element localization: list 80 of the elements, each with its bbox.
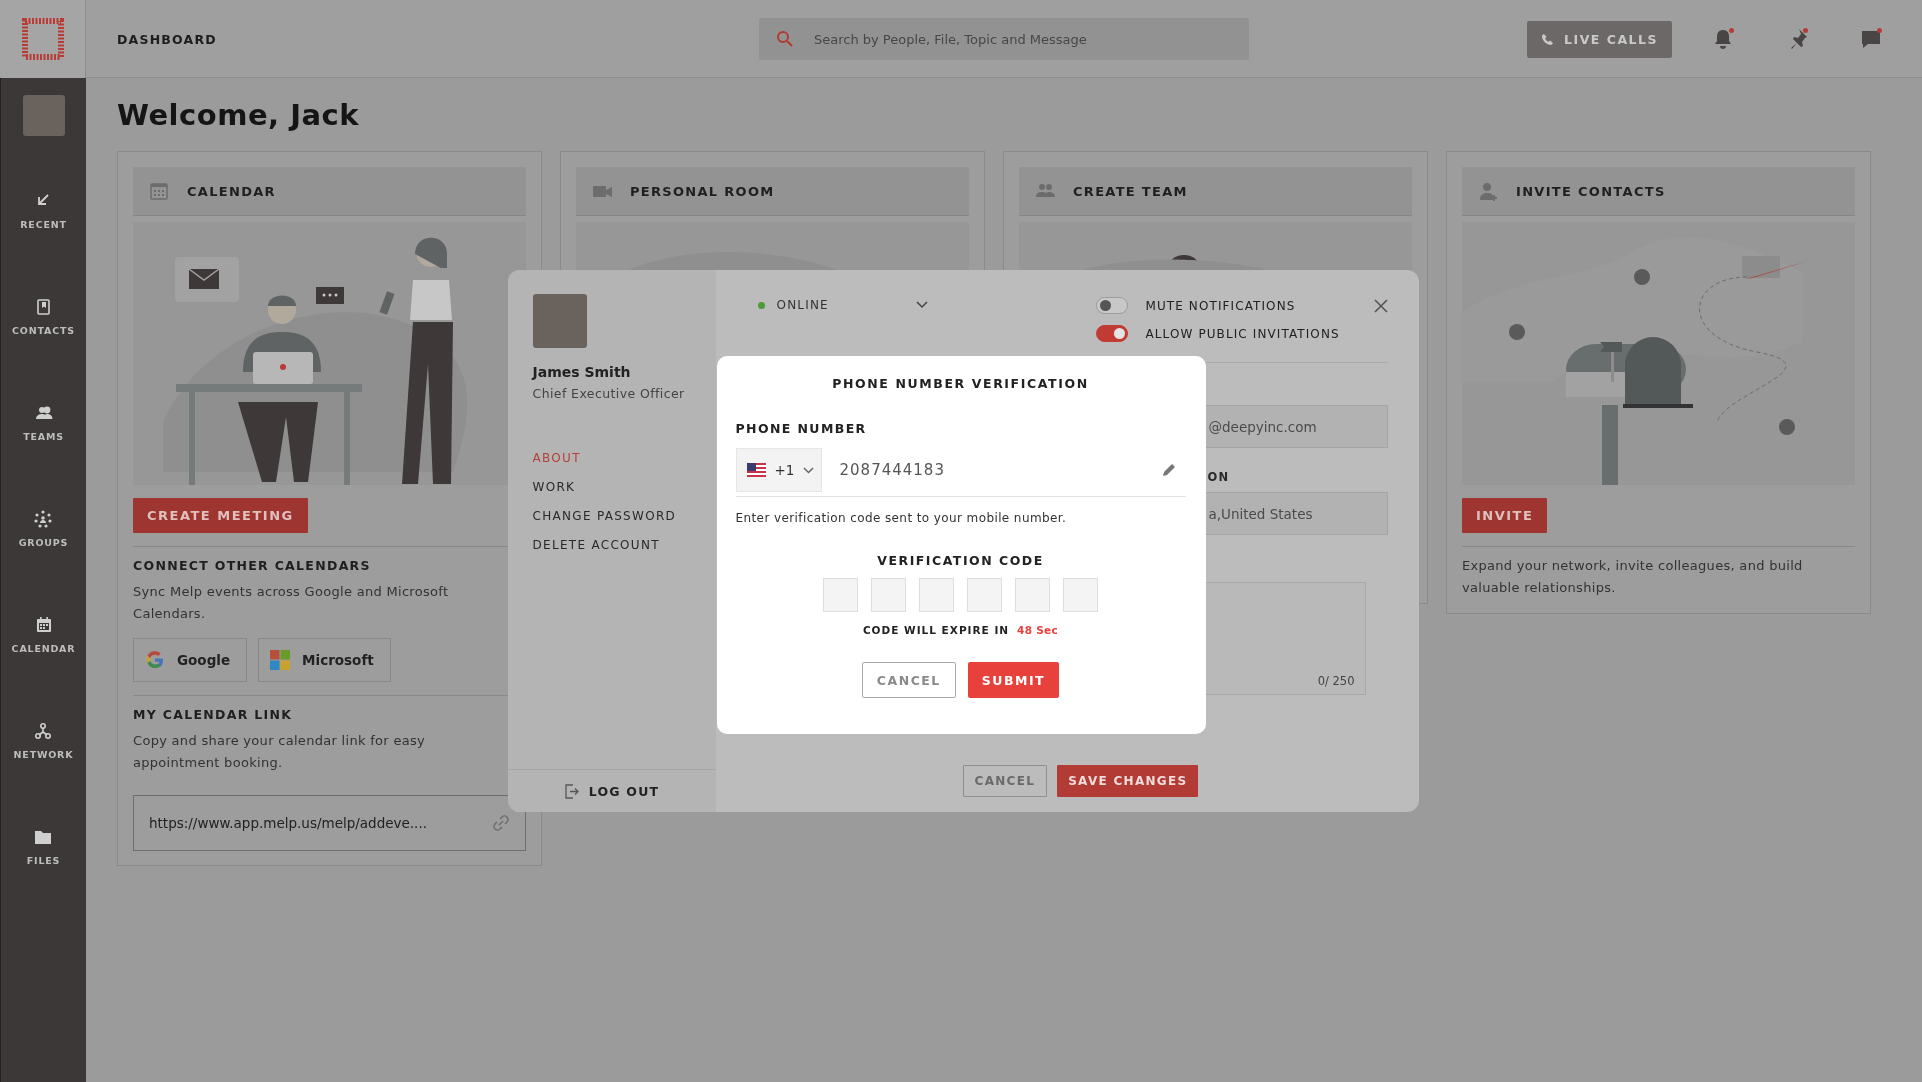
toggle-label: ALLOW PUBLIC INVITATIONS bbox=[1145, 326, 1340, 341]
card-header: CALENDAR bbox=[133, 167, 526, 216]
toggle-label: MUTE NOTIFICATIONS bbox=[1145, 298, 1296, 313]
sidebar-item[interactable]: GROUPS bbox=[18, 510, 69, 616]
toggle-switch[interactable] bbox=[1095, 297, 1128, 314]
character-counter: 0/ 250 bbox=[1317, 674, 1355, 688]
chat-icon[interactable] bbox=[1860, 28, 1882, 50]
live-calls-button[interactable]: LIVE CALLS bbox=[1527, 20, 1672, 58]
google-button[interactable]: Google bbox=[133, 638, 248, 682]
hint-text: Enter verification code sent to your mobile number. bbox=[735, 511, 1068, 525]
code-digit-field[interactable] bbox=[1063, 578, 1098, 612]
pencil-icon[interactable] bbox=[1161, 463, 1176, 477]
chevron-down-icon bbox=[915, 301, 928, 309]
flag-icon bbox=[746, 463, 766, 477]
sidebar-item[interactable]: RECENT bbox=[20, 192, 67, 298]
link-icon[interactable] bbox=[492, 814, 510, 832]
teams-icon bbox=[34, 404, 53, 422]
field-label: PHONE NUMBER bbox=[735, 421, 868, 436]
contacts-icon bbox=[34, 298, 53, 316]
bell-icon[interactable] bbox=[1712, 28, 1734, 50]
avatar-photo bbox=[532, 294, 587, 348]
search-field[interactable]: Search by People, File, Topic and Message bbox=[759, 18, 1249, 60]
section-description: Sync Melp events across Google and Microsoft Calendars. bbox=[133, 583, 450, 623]
welcome-heading: Welcome, Jack bbox=[117, 96, 360, 134]
code-digit-field[interactable] bbox=[823, 578, 858, 612]
user-name: James Smith bbox=[532, 364, 632, 380]
calendar-link-field[interactable]: https://www.app.melp.us/melp/addeve.... bbox=[133, 795, 526, 851]
code-digit-field[interactable] bbox=[967, 578, 1002, 612]
microsoft-icon bbox=[270, 650, 291, 670]
log-out-button[interactable]: LOG OUT bbox=[507, 769, 716, 812]
card-description: Expand your network, invite colleagues, and build valuable relationships. bbox=[1462, 557, 1804, 597]
groups-icon bbox=[34, 510, 53, 528]
invite-button[interactable]: INVITE bbox=[1462, 498, 1548, 533]
calendar-icon bbox=[150, 181, 169, 201]
code-digit-field[interactable] bbox=[1015, 578, 1050, 612]
sidebar-item[interactable]: CONTACTS bbox=[12, 298, 75, 404]
toggle-switch[interactable] bbox=[1095, 325, 1128, 342]
user-role: Chief Executive Officer bbox=[532, 386, 686, 401]
close-icon[interactable] bbox=[1373, 299, 1388, 313]
expiry-countdown: 48 Sec bbox=[1017, 624, 1059, 636]
profile-menu-item[interactable]: WORK bbox=[532, 480, 576, 494]
section-heading: MY CALENDAR LINK bbox=[133, 707, 294, 722]
search-icon bbox=[776, 30, 794, 48]
sidebar-item[interactable]: FILES bbox=[26, 828, 61, 934]
phone-icon bbox=[1541, 32, 1555, 46]
profile-menu-item[interactable]: CHANGE PASSWORD bbox=[532, 509, 677, 523]
card-header: INVITE CONTACTS bbox=[1462, 167, 1855, 216]
network-icon bbox=[34, 722, 53, 740]
phone-number-field[interactable]: 2087444183 bbox=[839, 461, 1162, 479]
save-changes-button[interactable]: SAVE CHANGES bbox=[1057, 765, 1199, 797]
search-input[interactable]: Search by People, File, Topic and Message bbox=[812, 30, 1249, 48]
sidebar-item[interactable]: CALENDAR bbox=[11, 616, 76, 722]
submit-button[interactable]: SUBMIT bbox=[967, 662, 1060, 698]
field-label: VERIFICATION CODE bbox=[876, 553, 1045, 568]
dialog-title: PHONE NUMBER VERIFICATION bbox=[831, 376, 1090, 391]
status-dot bbox=[757, 301, 765, 309]
calendar-icon bbox=[34, 616, 53, 634]
card-header: PERSONAL ROOM bbox=[576, 167, 969, 216]
sidebar-item[interactable]: NETWORK bbox=[13, 722, 74, 828]
google-icon bbox=[145, 650, 165, 670]
profile-menu-item[interactable]: DELETE ACCOUNT bbox=[532, 538, 660, 552]
section-description: Copy and share your calendar link for easy appointment booking. bbox=[133, 732, 427, 772]
avatar-photo bbox=[22, 95, 65, 136]
expiry-label: CODE WILL EXPIRE IN bbox=[862, 624, 1010, 636]
section-heading: CONNECT OTHER CALENDARS bbox=[133, 558, 372, 573]
status-dropdown[interactable]: ONLINE bbox=[757, 293, 928, 317]
microsoft-button[interactable]: Microsoft bbox=[258, 638, 391, 682]
chevron-down-icon bbox=[803, 466, 815, 474]
files-icon bbox=[34, 828, 53, 846]
code-digit-field[interactable] bbox=[871, 578, 906, 612]
logout-icon bbox=[563, 783, 579, 799]
sidebar-item[interactable]: TEAMS bbox=[23, 404, 64, 510]
field-label: ON bbox=[1207, 470, 1231, 484]
country-code-dropdown[interactable]: +1 bbox=[735, 448, 822, 492]
cancel-button[interactable]: CANCEL bbox=[861, 662, 956, 698]
page-title: DASHBOARD bbox=[116, 31, 218, 47]
card-header: CREATE TEAM bbox=[1019, 167, 1412, 216]
code-digit-field[interactable] bbox=[919, 578, 954, 612]
create-meeting-button[interactable]: CREATE MEETING bbox=[133, 498, 308, 533]
add-user-icon bbox=[1479, 181, 1498, 201]
